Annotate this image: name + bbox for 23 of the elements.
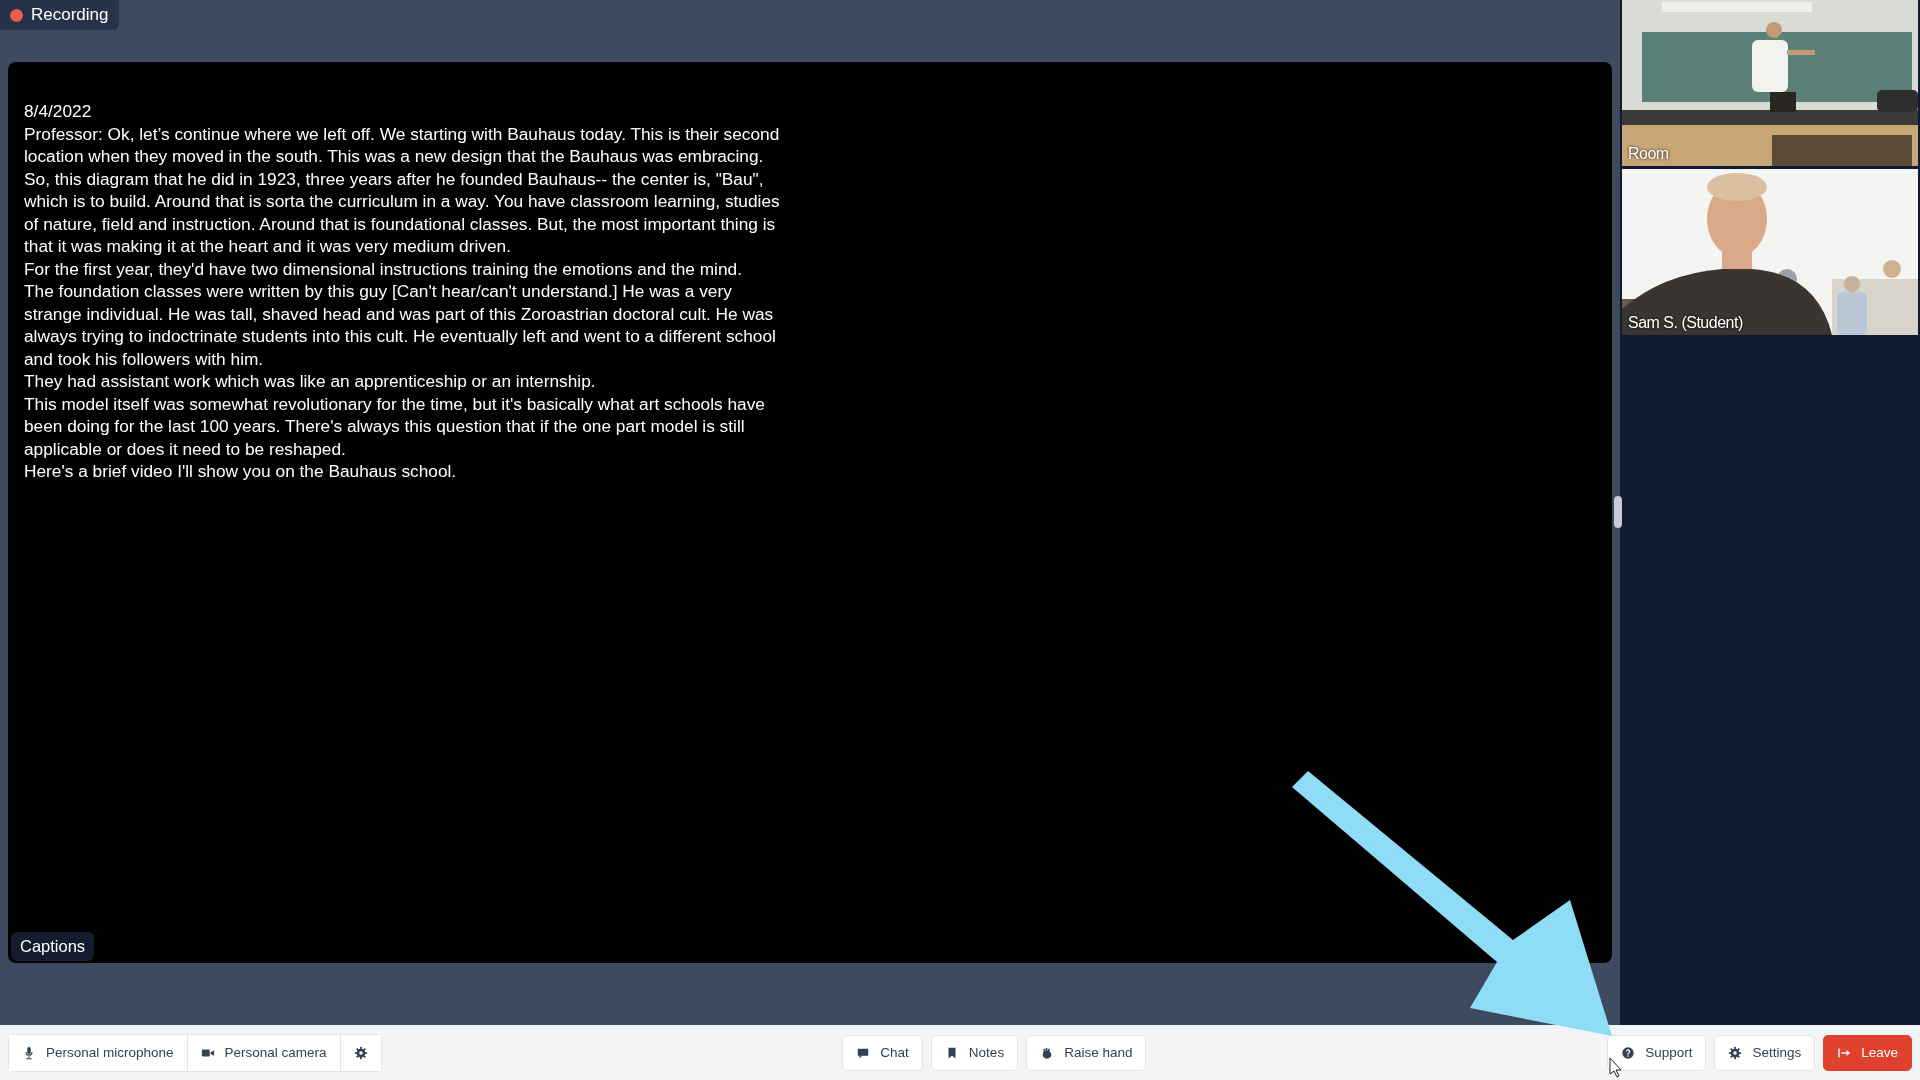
caption-paragraph: For the first year, they'd have two dimensional instructions training the emotions and the mind. — [24, 257, 743, 280]
captions-label: Captions — [11, 932, 95, 961]
caption-paragraph: They had assistant work which was like an apprenticeship or an internship. — [24, 370, 597, 393]
resize-handle[interactable] — [1614, 496, 1622, 528]
caption-paragraph: So, this diagram that he did in 1923, three years after he founded Bauhaus-- the center is, "Bau", which is to build. Around that is sorta the curriculum in a way. You have classroom learning, studies of nature, field and instruction. Around that is foundational classes. But, the most important thing is that it was making it at the heart and it was very medium driven. — [24, 167, 781, 258]
toolbar-button[interactable]: Support — [1607, 1034, 1707, 1071]
recording-label: Recording — [31, 5, 109, 25]
toolbar-button[interactable]: Settings — [1714, 1034, 1816, 1071]
toolbar-button[interactable]: Chat — [842, 1034, 923, 1071]
toolbar-button[interactable]: Notes — [930, 1034, 1019, 1071]
settings-icon — [1728, 1045, 1743, 1060]
toolbar-button[interactable]: Raise hand — [1026, 1034, 1147, 1071]
help-icon — [1621, 1045, 1636, 1060]
settings-button[interactable] — [339, 1034, 381, 1071]
video-label: Room — [1628, 145, 1669, 163]
video-label: Sam S. (Student) — [1628, 314, 1743, 332]
caption-date: 8/4/2022 — [24, 100, 93, 123]
caption-paragraph: This model itself was somewhat revolutionary for the time, but it's basically what art schools have been doing for the last 100 years. There's always this question that if the one part model is still applicable or does it need to be reshaped. — [24, 392, 766, 460]
caption-paragraph: Here's a brief video I'll show you on the Bauhaus school. — [24, 460, 458, 483]
settings-icon — [353, 1045, 368, 1060]
leave-button[interactable]: Leave — [1823, 1034, 1912, 1071]
caption-paragraph: The foundation classes were written by this guy [Can't hear/can't understand.] He was a very strange individual. He was tall, shaved head and was part of this Zoroastrian doctoral cult. He was always trying to indoctrinate students into this cult. He eventually left and went to a different school and took his followers with him. — [24, 280, 777, 370]
caption-paragraph: Professor: Ok, let’s continue where we left off. We starting with Bauhaus today. This is their second location when they moved in the south. This was a new design that the Bauhaus was embracing. — [24, 122, 781, 168]
